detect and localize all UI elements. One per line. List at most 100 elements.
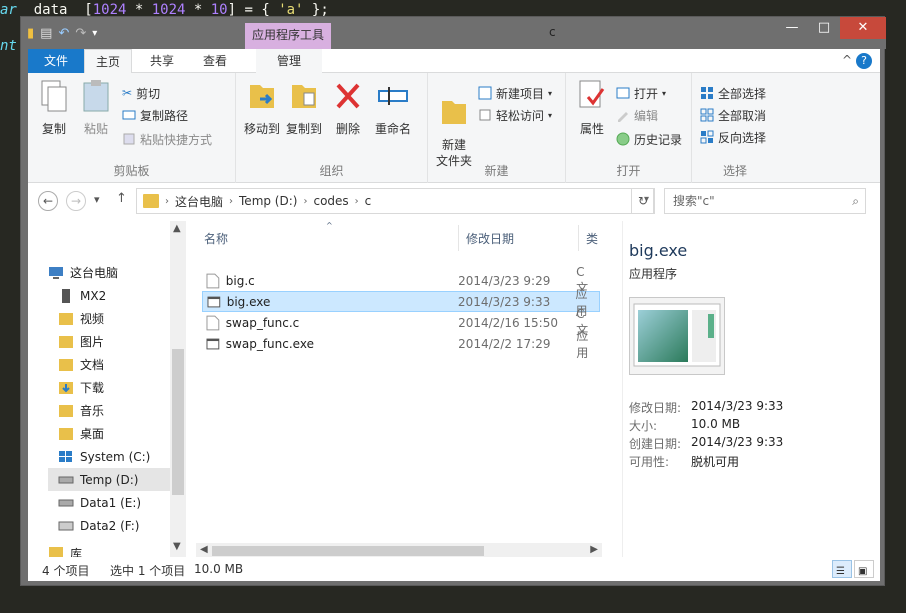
minimize-button[interactable]: — bbox=[776, 17, 808, 39]
scroll-right-icon[interactable]: ▶ bbox=[590, 544, 598, 555]
details-view-icon: ☰ bbox=[836, 566, 845, 577]
properties-button[interactable]: 属性 bbox=[572, 79, 612, 137]
group-label-open: 打开 bbox=[616, 164, 641, 178]
cut-button[interactable]: ✂ 剪切 bbox=[122, 83, 160, 103]
history-button[interactable]: 历史记录 bbox=[616, 129, 682, 149]
column-divider[interactable] bbox=[458, 225, 459, 251]
move-to-button[interactable]: 移动到 bbox=[242, 79, 282, 137]
invert-selection-icon bbox=[700, 130, 714, 144]
nav-label: 文档 bbox=[80, 358, 105, 372]
scroll-thumb[interactable] bbox=[212, 546, 484, 556]
status-item-count: 4 个项目 bbox=[42, 564, 90, 578]
file-name: big.exe bbox=[226, 294, 271, 309]
tab-file[interactable]: 文件 bbox=[28, 49, 84, 73]
tab-view[interactable]: 查看 bbox=[191, 49, 239, 73]
delete-icon bbox=[336, 83, 360, 109]
file-row[interactable]: swap_func.c 2014/2/16 15:50 C 文 bbox=[202, 307, 600, 337]
c-file-icon bbox=[206, 273, 220, 288]
details-pane: big.exe 应用程序 修改日期: 2014/3/23 9:33 大小: 10.0… bbox=[622, 221, 880, 557]
search-input[interactable]: 搜索"c" ⌕ bbox=[664, 188, 866, 214]
large-icons-view-icon: ▣ bbox=[858, 566, 868, 577]
recent-locations-icon[interactable]: ▾ bbox=[94, 193, 100, 206]
rename-button[interactable]: 重命名 bbox=[370, 79, 416, 137]
scroll-thumb[interactable] bbox=[172, 349, 184, 495]
delete-button[interactable]: 删除 bbox=[328, 79, 368, 137]
help-icon[interactable]: ? bbox=[856, 53, 872, 69]
status-selected: 选中 1 个项目 bbox=[110, 564, 186, 578]
details-view-button[interactable]: ☰ bbox=[832, 560, 852, 578]
copy-button[interactable]: 复制 bbox=[34, 79, 74, 137]
file-row[interactable]: big.c 2014/3/23 9:29 C 文 bbox=[202, 265, 600, 295]
paste-button[interactable]: 粘贴 bbox=[76, 79, 116, 137]
breadcrumb-this-pc[interactable]: 这台电脑 bbox=[169, 193, 229, 210]
properties-icon[interactable]: ▤ bbox=[40, 26, 52, 41]
forward-button[interactable]: → bbox=[66, 191, 86, 211]
edit-button[interactable]: 编辑 bbox=[616, 105, 658, 125]
preview-title: big.exe bbox=[629, 241, 688, 260]
prop-value: 10.0 MB bbox=[691, 417, 741, 431]
history-label: 历史记录 bbox=[634, 132, 683, 147]
scroll-left-icon[interactable]: ◀ bbox=[200, 544, 208, 555]
nav-item-temp-d[interactable]: Temp (D:) bbox=[48, 468, 170, 491]
tab-manage[interactable]: 管理 bbox=[256, 49, 322, 73]
invert-selection-button[interactable]: 反向选择 bbox=[700, 127, 766, 147]
group-label-organize: 组织 bbox=[319, 164, 344, 178]
paste-shortcut-button[interactable]: 粘贴快捷方式 bbox=[122, 129, 212, 149]
scroll-down-icon[interactable]: ▼ bbox=[173, 541, 181, 552]
copy-path-label: 复制路径 bbox=[140, 108, 189, 123]
folder-icon[interactable]: ▮ bbox=[27, 26, 34, 41]
nav-scrollbar[interactable]: ▲ ▼ bbox=[170, 221, 186, 557]
refresh-button[interactable]: ↻ bbox=[631, 188, 655, 214]
back-button[interactable]: ← bbox=[38, 191, 58, 211]
address-bar[interactable]: › 这台电脑 › Temp (D:) › codes › c ▾ bbox=[136, 188, 654, 214]
tab-home[interactable]: 主页 bbox=[84, 49, 132, 74]
prop-key: 修改日期: bbox=[629, 401, 682, 415]
copy-path-button[interactable]: 复制路径 bbox=[122, 105, 188, 125]
dropdown-arrow-icon: ▾ bbox=[548, 88, 553, 98]
column-header-name[interactable]: 名称 bbox=[204, 227, 228, 251]
ribbon: 复制 粘贴 ✂ 剪切 复制路径 粘贴快捷方式 剪贴板 移动到 复制到 删除 重命… bbox=[28, 73, 880, 183]
file-date: 2014/3/23 9:33 bbox=[457, 294, 551, 309]
close-button[interactable]: ✕ bbox=[840, 17, 886, 39]
file-type: 应用 bbox=[576, 328, 589, 360]
new-item-button[interactable]: 新建项目 ▾ bbox=[478, 83, 552, 103]
keyword-text: ar bbox=[0, 2, 17, 18]
select-all-button[interactable]: 全部选择 bbox=[700, 83, 766, 103]
file-row-selected[interactable]: big.exe 2014/3/23 9:33 应用 bbox=[202, 287, 600, 318]
tab-share[interactable]: 共享 bbox=[138, 49, 186, 73]
column-header-type[interactable]: 类型 bbox=[586, 227, 602, 251]
file-row[interactable]: swap_func.exe 2014/2/2 17:29 应用 bbox=[202, 329, 600, 360]
copy-icon bbox=[41, 80, 67, 112]
scroll-up-icon[interactable]: ▲ bbox=[173, 223, 181, 234]
easy-access-label: 轻松访问 bbox=[496, 108, 545, 123]
preview-type: 应用程序 bbox=[629, 267, 678, 281]
select-none-button[interactable]: 全部取消 bbox=[700, 105, 766, 125]
column-header-date[interactable]: 修改日期 bbox=[466, 227, 514, 251]
customize-qat-icon[interactable]: ▾ bbox=[92, 28, 97, 39]
breadcrumb-c[interactable]: c bbox=[359, 194, 378, 208]
paste-shortcut-icon bbox=[123, 133, 135, 145]
group-label-clipboard: 剪贴板 bbox=[113, 164, 150, 178]
large-icons-view-button[interactable]: ▣ bbox=[854, 560, 874, 578]
music-folder-icon bbox=[59, 404, 73, 417]
maximize-button[interactable]: □ bbox=[808, 17, 840, 39]
prop-value: 2014/3/23 9:33 bbox=[691, 399, 784, 413]
arrow-right-icon: → bbox=[70, 194, 82, 208]
documents-folder-icon bbox=[59, 358, 73, 371]
column-divider[interactable] bbox=[578, 225, 579, 251]
open-button[interactable]: 打开 ▾ bbox=[616, 83, 666, 103]
undo-icon[interactable]: ↶ bbox=[58, 26, 69, 41]
window-title: c bbox=[549, 25, 556, 39]
nav-label: Data2 (F:) bbox=[80, 518, 140, 533]
copy-to-button[interactable]: 复制到 bbox=[284, 79, 324, 137]
copy-path-icon bbox=[122, 110, 136, 120]
easy-access-button[interactable]: 轻松访问 ▾ bbox=[478, 105, 552, 125]
invert-selection-label: 反向选择 bbox=[718, 130, 767, 145]
editor-line-2: nt bbox=[0, 38, 17, 54]
collapse-ribbon-icon[interactable]: ^ bbox=[842, 53, 852, 67]
up-button[interactable]: ↑ bbox=[116, 191, 127, 206]
breadcrumb-codes[interactable]: codes bbox=[307, 194, 354, 208]
breadcrumb-temp-d[interactable]: Temp (D:) bbox=[233, 194, 303, 208]
group-new: 新建 文件夹 新建项目 ▾ 轻松访问 ▾ 新建 bbox=[428, 73, 566, 183]
redo-icon[interactable]: ↷ bbox=[75, 26, 86, 41]
